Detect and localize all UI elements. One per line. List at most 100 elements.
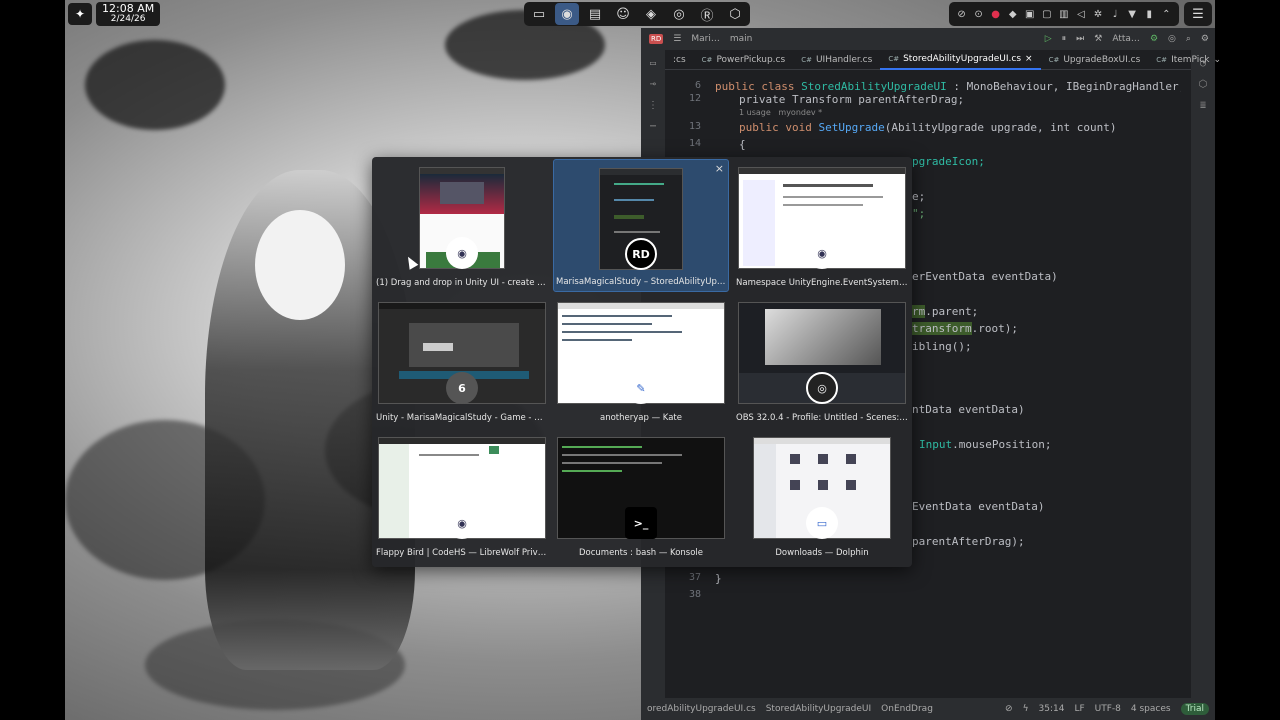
window-title: anotheryap — Kate — [600, 413, 682, 423]
tab-close-icon[interactable]: × — [1025, 54, 1033, 64]
discord-icon[interactable]: ☺ — [611, 3, 635, 25]
tab-previous-cs[interactable]: :cs — [665, 50, 694, 70]
librewolf-icon: ◉ — [446, 237, 478, 269]
csharp-file-icon: C# — [1156, 55, 1168, 64]
breadcrumb-method[interactable]: OnEndDrag — [881, 704, 933, 714]
breadcrumb-class[interactable]: StoredAbilityUpgradeUI — [766, 704, 871, 714]
indent-setting[interactable]: 4 spaces — [1131, 704, 1171, 714]
folder-icon[interactable]: ▭ — [527, 3, 551, 25]
tab-upgradeboxui[interactable]: C# UpgradeBoxUI.cs — [1041, 50, 1149, 70]
switcher-window[interactable]: >_ Documents : bash — Konsole — [553, 429, 729, 562]
project-selector[interactable]: Mari… — [691, 34, 719, 44]
window-title: Flappy Bird | CodeHS — LibreWolf Private… — [376, 548, 548, 558]
step-icon[interactable]: ⏭ — [1076, 34, 1084, 44]
line-ending[interactable]: LF — [1074, 704, 1084, 714]
devices-icon[interactable]: ▥ — [1056, 9, 1072, 20]
app-launcher-icon[interactable]: ✦ — [68, 3, 92, 25]
display-icon[interactable]: ▢ — [1039, 9, 1055, 20]
power-save-icon[interactable]: ϟ — [1023, 704, 1029, 714]
ai-assistant-icon[interactable]: ◎ — [1168, 34, 1176, 44]
line-number: 12 — [688, 93, 701, 104]
tab-itempick[interactable]: C# ItemPick ⌄ — [1148, 50, 1229, 70]
unity-hub-icon[interactable]: ◈ — [639, 3, 663, 25]
inspection-icon[interactable]: ⊘ — [1005, 704, 1013, 714]
unity-tool-icon[interactable]: ⬡ — [1199, 79, 1208, 90]
ide-gear-icon[interactable]: ⚙ — [1201, 34, 1209, 44]
caret-position[interactable]: 35:14 — [1039, 704, 1065, 714]
screenshot-icon[interactable]: ⊙ — [971, 9, 987, 20]
mute-icon[interactable]: ⊘ — [954, 9, 970, 20]
tab-leading-label: :cs — [673, 54, 686, 65]
license-badge[interactable]: Trial — [1180, 703, 1209, 715]
switcher-window[interactable]: ◉ Flappy Bird | CodeHS — LibreWolf Priva… — [374, 429, 550, 562]
volume-icon[interactable]: ◁ — [1073, 9, 1089, 20]
network-settings-icon[interactable]: ✲ — [1090, 9, 1106, 20]
switcher-window[interactable]: 6 Unity - MarisaMagicalStudy - Game - Wi… — [374, 294, 550, 427]
search-icon[interactable]: ⌕ — [1186, 34, 1191, 44]
digital-clock[interactable]: 12:08 AM 2/24/26 — [96, 2, 161, 26]
unity-icon[interactable]: ⬡ — [723, 3, 747, 25]
vpn-icon[interactable]: ◆ — [1005, 9, 1021, 20]
switcher-window-selected[interactable]: RD × MarisaMagicalStudy – StoredAbilityU… — [553, 159, 729, 292]
switcher-window[interactable]: ◉ (1) Drag and drop in Unity UI - create… — [374, 159, 550, 292]
debug-icon[interactable]: ⏸ — [1062, 34, 1067, 44]
settings-icon[interactable]: ⚙ — [1150, 34, 1158, 44]
tab-label: PowerPickup.cs — [716, 54, 786, 65]
window-title: Namespace UnityEngine.EventSystems | u..… — [736, 278, 908, 288]
switcher-window[interactable]: ▭ Downloads — Dolphin — [734, 429, 910, 562]
librewolf-icon: ◉ — [806, 237, 838, 269]
csharp-file-icon: C# — [1048, 55, 1060, 64]
ide-right-toolbar: ◔ ⬡ ≣ — [1191, 50, 1215, 698]
database-icon[interactable]: ≣ — [1200, 100, 1206, 111]
branch-selector[interactable]: main — [730, 34, 753, 44]
code-vision-hint[interactable]: 1 usage myondev * — [739, 108, 822, 117]
record-icon[interactable]: ● — [988, 9, 1004, 20]
mic-icon[interactable]: ♩ — [1107, 9, 1123, 20]
panel-left: ✦ 12:08 AM 2/24/26 — [68, 2, 161, 26]
dolphin-icon: ▭ — [806, 507, 838, 539]
tab-storedabilityupgradeui[interactable]: C# StoredAbilityUpgradeUI.cs × — [880, 50, 1041, 70]
wifi-icon[interactable]: ▼ — [1124, 9, 1140, 20]
code-line: public class StoredAbilityUpgradeUI : Mo… — [715, 80, 1181, 93]
clipboard-icon[interactable]: ▣ — [1022, 9, 1038, 20]
code-fragment: transform.root); — [912, 322, 1018, 335]
build-icon[interactable]: ⚒ — [1094, 34, 1102, 44]
ide-status-bar: oredAbilityUpgradeUI.cs StoredAbilityUpg… — [641, 698, 1215, 720]
code-line: { — [739, 138, 746, 151]
panel-settings-icon[interactable]: ☰ — [1184, 2, 1212, 26]
project-tool-icon[interactable]: ▭ — [650, 58, 656, 69]
file-encoding[interactable]: UTF-8 — [1095, 704, 1121, 714]
code-fragment: e; — [912, 190, 926, 203]
tab-label: UpgradeBoxUI.cs — [1063, 54, 1141, 65]
expand-icon[interactable]: ⌃ — [1158, 9, 1174, 20]
line-number: 38 — [688, 589, 701, 600]
breadcrumb-file[interactable]: oredAbilityUpgradeUI.cs — [647, 704, 756, 714]
main-menu-icon[interactable]: ☰ — [673, 34, 681, 44]
run-icon[interactable]: ▷ — [1045, 34, 1052, 44]
rider-icon: RD — [625, 238, 657, 270]
librewolf-icon[interactable]: ◉ — [555, 3, 579, 25]
tab-powerpickup[interactable]: C# PowerPickup.cs — [694, 50, 794, 70]
rider-logo: RD — [649, 34, 664, 44]
structure-tool-icon[interactable]: ⋮ — [648, 100, 658, 111]
code-fragment: ibling(); — [912, 340, 972, 353]
tab-uihandler[interactable]: C# UIHandler.cs — [793, 50, 880, 70]
close-icon[interactable]: × — [715, 162, 724, 175]
battery-icon[interactable]: ▮ — [1141, 9, 1157, 20]
code-fragment: pgradeIcon; — [912, 155, 985, 168]
switcher-window[interactable]: ✎ anotheryap — Kate — [553, 294, 729, 427]
obs-icon: ◎ — [806, 372, 838, 404]
commit-tool-icon[interactable]: ⊸ — [650, 79, 656, 90]
attach-selector[interactable]: Atta… — [1112, 34, 1140, 44]
obs-icon[interactable]: ◎ — [667, 3, 691, 25]
terminal-icon[interactable]: ▤ — [583, 3, 607, 25]
csharp-file-icon: C# — [701, 55, 713, 64]
tab-label: ItemPick — [1171, 54, 1210, 65]
librewolf-icon: ◉ — [446, 507, 478, 539]
switcher-window[interactable]: ◉ Namespace UnityEngine.EventSystems | u… — [734, 159, 910, 292]
code-fragment: rm.parent; — [912, 305, 979, 318]
chevron-down-icon[interactable]: ⌄ — [1213, 55, 1221, 65]
rider-icon[interactable]: Ⓡ — [695, 3, 719, 25]
switcher-window[interactable]: ◎ OBS 32.0.4 - Profile: Untitled - Scene… — [734, 294, 910, 427]
more-tools-icon[interactable]: ⋯ — [650, 121, 656, 132]
